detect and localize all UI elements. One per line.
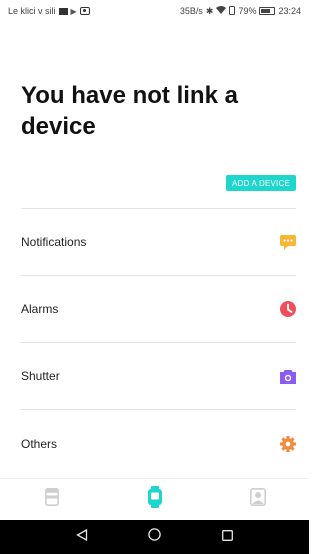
camera-icon: [280, 368, 296, 384]
menu-item-label: Others: [21, 436, 58, 451]
play-icon: ▶: [70, 6, 77, 16]
tab-profile[interactable]: [228, 479, 288, 519]
clock-icon: [280, 301, 296, 317]
status-right: 35B/s ✱ 79% 23:24: [179, 5, 301, 17]
wifi-icon: [216, 6, 227, 16]
page-title: You have not link a device: [21, 82, 238, 140]
status-left: Le klici v sili ▶: [8, 6, 90, 16]
bottom-tab-bar: [0, 478, 309, 519]
back-button[interactable]: [67, 522, 97, 552]
back-icon: [75, 528, 88, 546]
carrier-text: Le klici v sili: [8, 6, 56, 16]
home-icon: [148, 528, 161, 546]
notification-square-icon: [58, 7, 68, 15]
recents-icon: [222, 528, 233, 546]
clock-time: 23:24: [278, 6, 301, 16]
recents-button[interactable]: [213, 522, 243, 552]
watch-icon: [147, 485, 163, 513]
record-icon: [79, 7, 90, 15]
menu-item-label: Alarms: [21, 302, 59, 316]
profile-icon: [249, 487, 266, 511]
tab-devices[interactable]: [22, 479, 82, 519]
menu-item-label: Shutter: [21, 369, 60, 383]
battery-percent: 79%: [238, 6, 257, 16]
bluetooth-icon: ✱: [205, 5, 214, 16]
network-speed: 35B/s: [179, 6, 203, 16]
menu-item-alarms[interactable]: Alarms: [21, 276, 296, 343]
battery-icon: [259, 7, 276, 15]
gear-icon: [280, 435, 296, 452]
device-list-icon: [44, 487, 59, 511]
menu-item-shutter[interactable]: Shutter: [21, 343, 296, 410]
tab-watch[interactable]: [125, 479, 185, 519]
menu-item-others[interactable]: Others: [21, 410, 296, 477]
phone-icon: [229, 5, 236, 17]
system-nav-bar: [0, 520, 309, 554]
menu-item-notifications[interactable]: Notifications: [21, 209, 296, 276]
menu-item-label: Notifications: [21, 235, 87, 249]
status-bar: Le klici v sili ▶ 35B/s ✱ 79% 23:24: [0, 0, 309, 22]
feature-menu: Notifications Alarms Shutter Others: [21, 208, 296, 477]
add-device-button[interactable]: ADD A DEVICE: [226, 175, 296, 191]
home-button[interactable]: [140, 522, 170, 552]
chat-bubble-icon: [280, 234, 296, 250]
